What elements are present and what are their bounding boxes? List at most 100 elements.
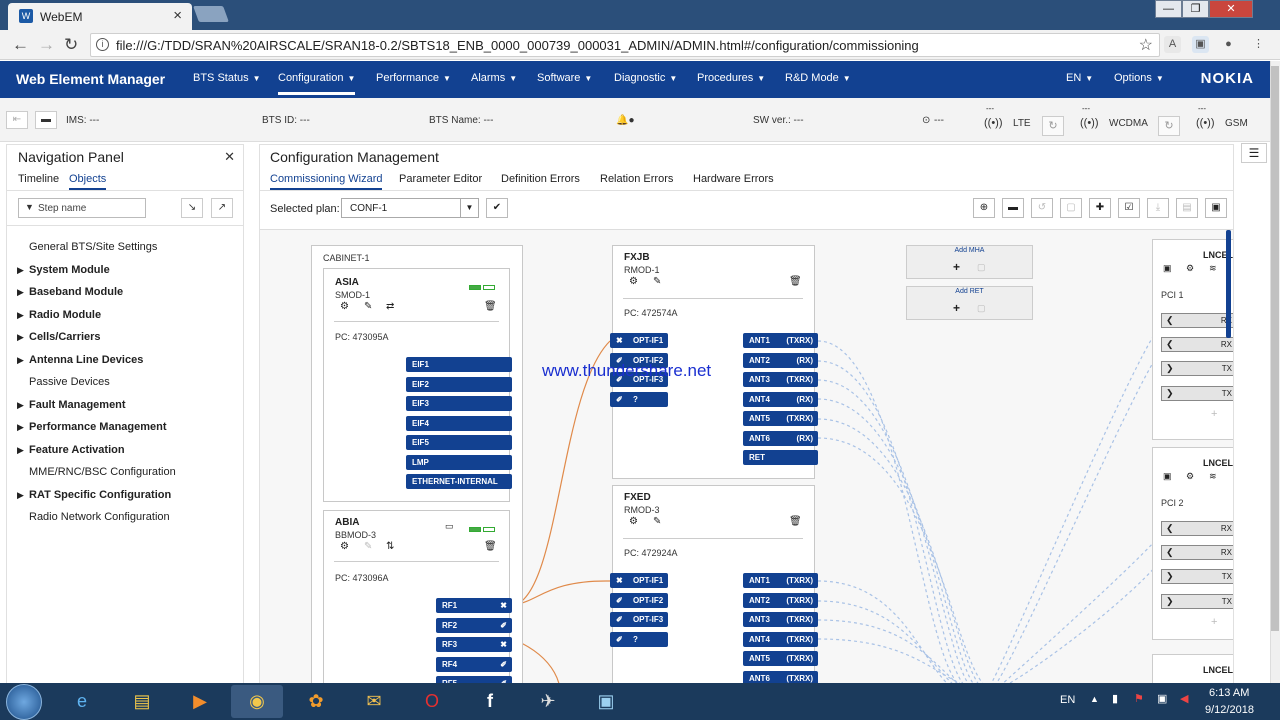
gear-icon[interactable]: ⚙	[629, 276, 638, 287]
forward-icon[interactable]: →	[38, 35, 55, 55]
rmod3-opt-port[interactable]: ✐ OPT-IF2	[610, 592, 668, 608]
bookmark-star-icon[interactable]: ☆	[1139, 35, 1153, 55]
sort-icon[interactable]: ⇅	[386, 541, 394, 552]
rmod1-antenna-port[interactable]: ANT4 (RX)	[743, 391, 818, 407]
nav-item-fault-management[interactable]: ▶ Fault Management	[17, 399, 126, 411]
rmod1-antenna-port[interactable]: ANT5 (TXRX)	[743, 411, 818, 426]
nav-item-feature-activation[interactable]: ▶ Feature Activation	[17, 444, 125, 456]
bbmod-rf-port[interactable]: RF1 ✖	[436, 598, 512, 613]
new-plan-button[interactable]: ⊕	[973, 198, 995, 218]
step-name-filter-input[interactable]: ▼ Step name	[18, 198, 146, 218]
menu-performance[interactable]: Performance ▼	[376, 72, 451, 84]
close-tab-icon[interactable]: ×	[173, 7, 182, 24]
add-icon[interactable]: +	[953, 301, 960, 315]
extension-icon[interactable]: ●	[1220, 36, 1237, 53]
edit-icon[interactable]: ✐	[500, 657, 507, 672]
antenna-icon[interactable]: ≋	[1209, 471, 1217, 482]
nav-item-general-bts-site-settings[interactable]: General BTS/Site Settings	[17, 241, 157, 253]
lncel-1-row[interactable]: ❯ TX	[1161, 361, 1233, 376]
tray-date[interactable]: 9/12/2018	[1205, 704, 1254, 716]
plan-select[interactable]: CONF-1 ▼	[341, 198, 479, 218]
gear-icon[interactable]: ⚙	[340, 301, 349, 312]
language-menu[interactable]: EN ▼	[1066, 72, 1093, 84]
canvas-scrollbar-thumb[interactable]	[1226, 230, 1231, 338]
smod-port[interactable]: LMP	[406, 454, 512, 470]
smod-port[interactable]: ETHERNET-INTERNAL	[406, 474, 512, 489]
rmod3-opt-port[interactable]: ✐ OPT-IF3	[610, 612, 668, 627]
menu-bts-status[interactable]: BTS Status ▼	[193, 72, 261, 84]
rmod3-antenna-port[interactable]: ANT5 (TXRX)	[743, 651, 818, 666]
reload-icon[interactable]: ↻	[64, 35, 78, 55]
bbmod-rf-port[interactable]: RF4 ✐	[436, 656, 512, 672]
validate-button[interactable]: ☑	[1118, 198, 1140, 218]
export-button[interactable]: ▤	[1176, 198, 1198, 218]
rmod3-opt-port[interactable]: ✐ ?	[610, 631, 668, 647]
confirm-plan-button[interactable]: ✔	[486, 198, 508, 218]
disconnect-icon[interactable]: ✖	[500, 598, 507, 613]
edit-icon[interactable]: ✐	[616, 395, 625, 404]
edit-icon[interactable]: ✐	[616, 635, 625, 644]
rmod3-antenna-port[interactable]: ANT3 (TXRX)	[743, 612, 818, 627]
edit-icon[interactable]: ✐	[616, 615, 625, 624]
trash-icon[interactable]: 🗑	[789, 516, 802, 527]
nav-item-system-module[interactable]: ▶ System Module	[17, 264, 110, 276]
rmod1-opt-port[interactable]: ✖ OPT-IF1	[610, 333, 668, 348]
collapse-all-button[interactable]: ↘	[181, 198, 203, 218]
rmod1-antenna-port[interactable]: RET	[743, 450, 818, 465]
trash-icon[interactable]: 🗑	[484, 301, 497, 312]
media-player-icon[interactable]: ▶	[174, 685, 226, 718]
lncel-2-row[interactable]: ❯ TX	[1161, 594, 1233, 609]
open-plan-button[interactable]: ▬	[1002, 198, 1024, 218]
chrome-icon[interactable]: ◉	[231, 685, 283, 718]
bbmod-rf-port[interactable]: RF2 ✐	[436, 617, 512, 633]
wcdma-refresh-button[interactable]: ↻	[1158, 116, 1180, 136]
lncel-2-row[interactable]: ❮ RX	[1161, 521, 1233, 536]
menu-alarms[interactable]: Alarms ▼	[471, 72, 517, 84]
tab-relation-errors[interactable]: Relation Errors	[600, 173, 673, 185]
file-explorer-icon[interactable]: ▤	[116, 685, 168, 718]
edit-icon[interactable]: ✎	[364, 301, 372, 312]
smod-port[interactable]: EIF4	[406, 415, 512, 431]
rmod1-antenna-port[interactable]: ANT3 (TXRX)	[743, 372, 818, 387]
close-icon[interactable]: ✕	[224, 149, 235, 165]
show-hidden-icons-icon[interactable]: ▲	[1090, 694, 1099, 704]
save-icon[interactable]: ▣	[1163, 471, 1172, 482]
network-icon[interactable]: ▮	[1112, 692, 1118, 705]
tab-timeline[interactable]: Timeline	[18, 173, 59, 185]
network-tool-icon[interactable]: ✈	[522, 685, 574, 718]
bbmod-box[interactable]: ABIA BBMOD-3 ▭ ⚙ ✎ ⇅ 🗑 PC: 473096A RF1 ✖ R…	[323, 510, 512, 683]
smod-port[interactable]: EIF1	[406, 357, 512, 372]
nav-item-performance-management[interactable]: ▶ Performance Management	[17, 421, 167, 433]
nav-item-mme-rnc-bsc-configuration[interactable]: MME/RNC/BSC Configuration	[17, 466, 176, 478]
app-icon[interactable]: ✿	[290, 685, 342, 718]
tab-hardware-errors[interactable]: Hardware Errors	[693, 173, 774, 185]
nav-item-cells-carriers[interactable]: ▶ Cells/Carriers	[17, 331, 101, 343]
menu-rd-mode[interactable]: R&D Mode ▼	[785, 72, 851, 84]
chrome-menu-icon[interactable]: ⋮	[1250, 36, 1267, 53]
save-button[interactable]: ▣	[1205, 198, 1227, 218]
lncel-2-row[interactable]: ❮ RX	[1161, 545, 1233, 560]
download-button[interactable]: ⤓	[1147, 198, 1169, 218]
internet-explorer-icon[interactable]: e	[56, 685, 108, 718]
undo-button[interactable]: ↺	[1031, 198, 1053, 218]
rmod3-opt-port[interactable]: ✖ OPT-IF1	[610, 573, 668, 588]
expand-all-button[interactable]: ↗	[211, 198, 233, 218]
edit-icon[interactable]: ✐	[616, 596, 625, 605]
lncel-1-row[interactable]: ❮RX	[1161, 337, 1233, 352]
commissioning-canvas[interactable]: CABINET-1 ASIA SMOD-1 ⚙ ✎ ⇄ 🗑 PC: 473095…	[260, 229, 1233, 683]
edit-icon[interactable]: ✎	[364, 541, 372, 552]
browser-tab[interactable]: W WebEM ×	[8, 3, 192, 30]
menu-configuration[interactable]: Configuration ▼	[278, 72, 356, 95]
nav-item-passive-devices[interactable]: Passive Devices	[17, 376, 110, 388]
disconnect-icon[interactable]: ✖	[616, 336, 625, 345]
alarm-bell-icon[interactable]: 🔔●	[616, 115, 635, 126]
nav-item-baseband-module[interactable]: ▶ Baseband Module	[17, 286, 123, 298]
lte-refresh-button[interactable]: ↻	[1042, 116, 1064, 136]
rmod3-antenna-port[interactable]: ANT2 (TXRX)	[743, 592, 818, 608]
lncel-3-box[interactable]: LNCEL	[1152, 654, 1233, 683]
rmod3-antenna-port[interactable]: ANT4 (TXRX)	[743, 631, 818, 647]
mail-icon[interactable]: ✉	[348, 685, 400, 718]
tab-parameter-editor[interactable]: Parameter Editor	[399, 173, 482, 185]
smod-port[interactable]: EIF2	[406, 376, 512, 392]
antenna-icon[interactable]: ≋	[1209, 263, 1217, 274]
